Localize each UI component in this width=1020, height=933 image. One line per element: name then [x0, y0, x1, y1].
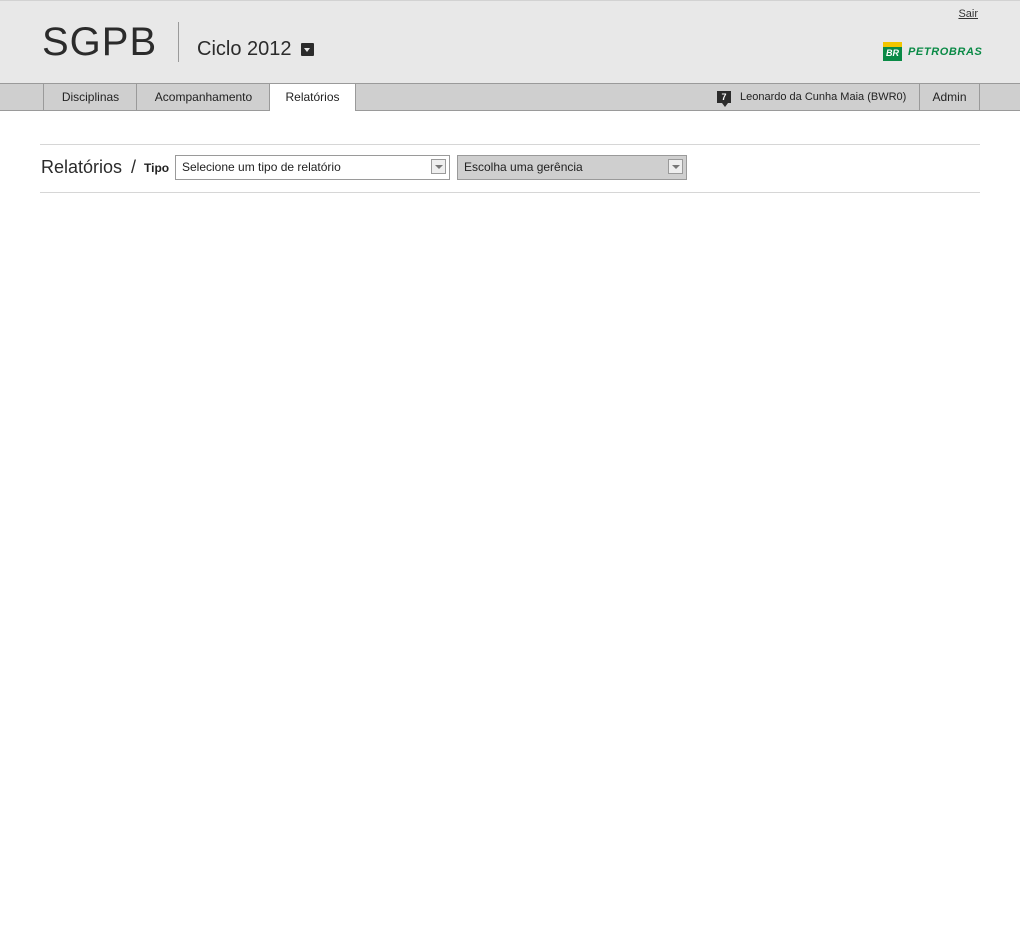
- user-name: Leonardo da Cunha Maia (BWR0): [740, 91, 907, 103]
- br-logo-icon: BR: [883, 42, 902, 61]
- chevron-down-icon[interactable]: [431, 159, 446, 174]
- bottom-divider: [40, 192, 980, 193]
- tipo-label: Tipo: [144, 161, 170, 175]
- notification-icon[interactable]: 7: [717, 91, 731, 107]
- tab-disciplinas[interactable]: Disciplinas: [43, 84, 137, 110]
- header: SGPB Ciclo 2012 Sair BR PETROBRAS: [0, 0, 1020, 83]
- management-select[interactable]: Escolha uma gerência: [457, 155, 687, 180]
- top-divider: [40, 144, 980, 145]
- logout-link[interactable]: Sair: [958, 8, 978, 20]
- admin-link[interactable]: Admin: [920, 84, 980, 110]
- title-divider: [178, 22, 179, 62]
- logo-text: PETROBRAS: [908, 45, 983, 58]
- chevron-down-icon[interactable]: [300, 42, 314, 56]
- tab-relatorios[interactable]: Relatórios: [269, 84, 356, 111]
- report-type-value: Selecione um tipo de relatório: [182, 160, 341, 174]
- cycle-selector[interactable]: Ciclo 2012: [197, 37, 314, 61]
- main-nav: Disciplinas Acompanhamento Relatórios 7 …: [0, 83, 1020, 111]
- cycle-label: Ciclo 2012: [197, 38, 292, 60]
- management-value: Escolha uma gerência: [464, 160, 583, 174]
- tab-acompanhamento[interactable]: Acompanhamento: [136, 84, 270, 110]
- app-title: SGPB: [42, 20, 158, 64]
- petrobras-logo: BR PETROBRAS: [883, 42, 982, 61]
- user-info: 7 Leonardo da Cunha Maia (BWR0): [717, 84, 906, 110]
- title-separator: /: [131, 157, 137, 177]
- report-type-select[interactable]: Selecione um tipo de relatório: [175, 155, 450, 180]
- page-title: Relatórios: [41, 157, 123, 177]
- chevron-down-icon[interactable]: [668, 159, 683, 174]
